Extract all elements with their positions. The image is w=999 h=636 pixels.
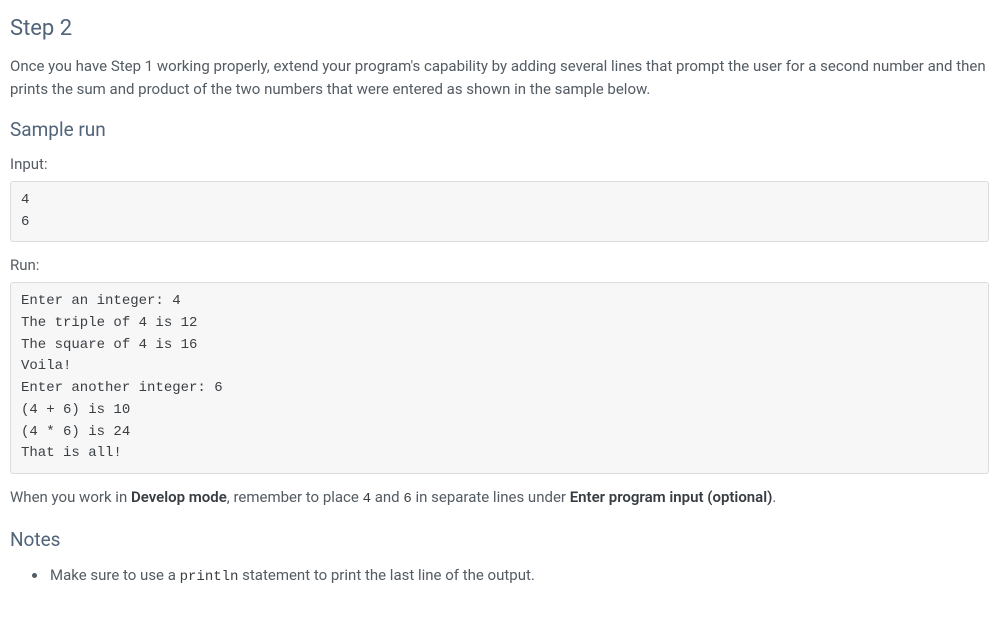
paragraph-step2-intro: Once you have Step 1 working properly, e… xyxy=(10,55,989,100)
heading-sample-run: Sample run xyxy=(10,118,989,141)
inline-code-4: 4 xyxy=(363,491,371,507)
heading-step-2: Step 2 xyxy=(10,16,989,41)
codeblock-input: 4 6 xyxy=(10,181,989,242)
inline-code-6: 6 xyxy=(403,491,411,507)
heading-notes: Notes xyxy=(10,528,989,551)
text-segment: in separate lines under xyxy=(412,488,570,506)
label-run: Run: xyxy=(10,256,989,274)
text-segment: When you work in xyxy=(10,488,131,506)
list-item: Make sure to use a println statement to … xyxy=(48,563,989,588)
label-input: Input: xyxy=(10,155,989,173)
paragraph-develop-mode-note: When you work in Develop mode, remember … xyxy=(10,486,989,510)
text-segment: Make sure to use a xyxy=(50,566,180,584)
strong-develop-mode: Develop mode xyxy=(131,488,227,506)
text-segment: and xyxy=(371,488,403,506)
inline-code-println: println xyxy=(180,569,239,585)
text-segment: , remember to place xyxy=(227,488,363,506)
notes-list: Make sure to use a println statement to … xyxy=(10,563,989,588)
strong-enter-program-input: Enter program input (optional) xyxy=(570,488,773,506)
codeblock-run: Enter an integer: 4 The triple of 4 is 1… xyxy=(10,282,989,474)
text-segment: . xyxy=(772,488,776,506)
text-segment: statement to print the last line of the … xyxy=(238,566,534,584)
